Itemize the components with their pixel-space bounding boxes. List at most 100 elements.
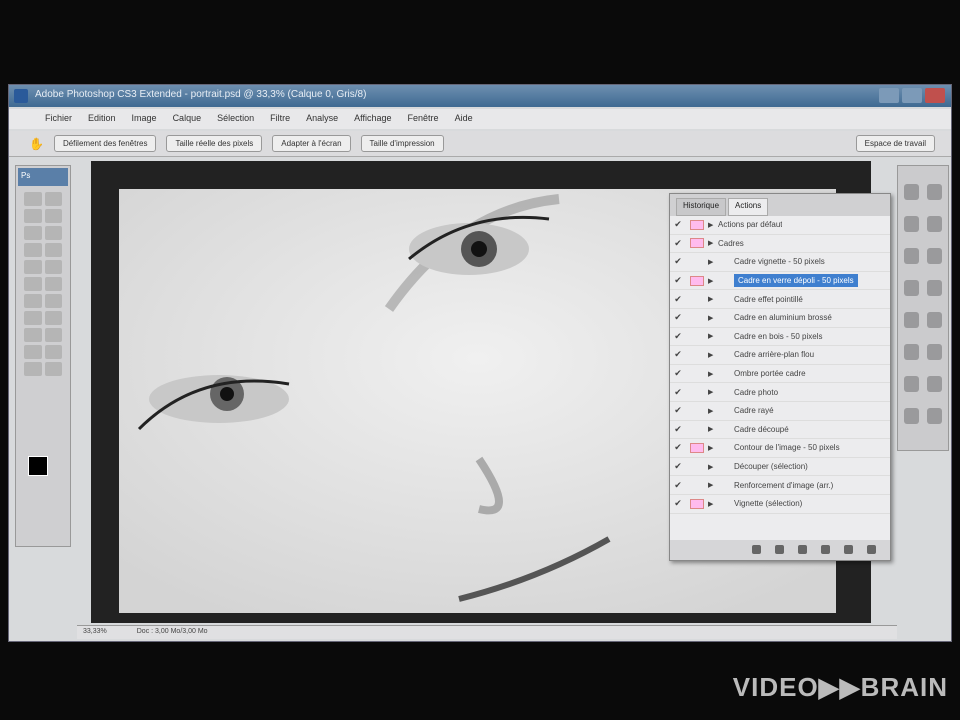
action-arrow-icon[interactable]: ▶ [708,332,718,340]
panel-icon[interactable] [904,248,919,264]
tool-icon[interactable] [24,226,42,240]
panel-icon[interactable] [927,184,942,200]
tab-historique[interactable]: Historique [676,198,727,216]
dialog-toggle-icon[interactable] [690,387,704,397]
panel-icon[interactable] [927,248,942,264]
panel-icon[interactable] [927,280,942,296]
dialog-toggle-icon[interactable] [690,294,704,304]
panel-icon[interactable] [904,344,919,360]
action-row[interactable]: ✔ ▶ Cadre en aluminium brossé [670,309,890,328]
tool-icon[interactable] [24,209,42,223]
action-row[interactable]: ✔ ▶ Cadre photo [670,383,890,402]
stop-icon[interactable] [752,545,761,554]
action-row[interactable]: ✔ ▶ Cadres [670,235,890,254]
new-set-icon[interactable] [821,545,830,554]
dialog-toggle-icon[interactable] [690,331,704,341]
action-row[interactable]: ✔ ▶ Contour de l'image - 50 pixels [670,439,890,458]
panel-icon[interactable] [927,344,942,360]
checkmark-icon[interactable]: ✔ [670,294,686,305]
tool-icon[interactable] [44,192,62,206]
menu-item-2[interactable]: Image [132,113,157,129]
checkmark-icon[interactable]: ✔ [670,275,686,286]
tool-icon[interactable] [44,362,62,376]
dialog-toggle-icon[interactable] [690,480,704,490]
menu-item-8[interactable]: Fenêtre [408,113,439,129]
tool-icon[interactable] [24,277,42,291]
menu-item-5[interactable]: Filtre [270,113,290,129]
checkmark-icon[interactable]: ✔ [670,461,686,472]
checkmark-icon[interactable]: ✔ [670,219,686,230]
action-arrow-icon[interactable]: ▶ [708,388,718,396]
tool-icon[interactable] [24,362,42,376]
tool-icon[interactable] [24,311,42,325]
tool-icon[interactable] [24,192,42,206]
checkmark-icon[interactable]: ✔ [670,405,686,416]
tool-icon[interactable] [24,243,42,257]
action-arrow-icon[interactable]: ▶ [708,295,718,303]
action-row[interactable]: ✔ ▶ Ombre portée cadre [670,365,890,384]
action-arrow-icon[interactable]: ▶ [708,425,718,433]
trash-icon[interactable] [867,545,876,554]
dialog-toggle-icon[interactable] [690,424,704,434]
menu-item-7[interactable]: Affichage [354,113,391,129]
tool-icon[interactable] [24,260,42,274]
tool-icon[interactable] [44,328,62,342]
tool-icon[interactable] [44,226,62,240]
action-arrow-icon[interactable]: ▶ [708,370,718,378]
maximize-button[interactable] [902,88,922,103]
dialog-toggle-icon[interactable] [690,313,704,323]
tool-icon[interactable] [44,243,62,257]
action-arrow-icon[interactable]: ▶ [708,351,718,359]
menu-item-6[interactable]: Analyse [306,113,338,129]
action-row[interactable]: ✔ ▶ Actions par défaut [670,216,890,235]
action-arrow-icon[interactable]: ▶ [708,314,718,322]
dialog-toggle-icon[interactable] [690,442,704,453]
action-row[interactable]: ✔ ▶ Cadre en bois - 50 pixels [670,328,890,347]
dialog-toggle-icon[interactable] [690,257,704,267]
tool-icon[interactable] [44,209,62,223]
tool-icon[interactable] [44,277,62,291]
dialog-toggle-icon[interactable] [690,350,704,360]
action-arrow-icon[interactable]: ▶ [708,444,718,452]
tool-icon[interactable] [24,328,42,342]
tool-icon[interactable] [24,345,42,359]
panel-icon[interactable] [927,408,942,424]
checkmark-icon[interactable]: ✔ [670,442,686,453]
panel-icon[interactable] [904,184,919,200]
folder-arrow-icon[interactable]: ▶ [708,221,718,229]
checkmark-icon[interactable]: ✔ [670,238,686,249]
tool-icon[interactable] [44,311,62,325]
menu-item-3[interactable]: Calque [173,113,202,129]
action-row[interactable]: ✔ ▶ Cadre en verre dépoli - 50 pixels [670,272,890,291]
workspace-button[interactable]: Espace de travail [855,135,935,152]
panel-icon[interactable] [927,376,942,392]
zoom-level[interactable]: 33,33% [83,628,107,637]
option-button-1[interactable]: Taille réelle des pixels [166,135,263,152]
panel-icon[interactable] [904,408,919,424]
action-arrow-icon[interactable]: ▶ [708,463,718,471]
action-row[interactable]: ✔ ▶ Découper (sélection) [670,458,890,477]
tool-icon[interactable] [44,294,62,308]
action-arrow-icon[interactable]: ▶ [708,258,718,266]
action-arrow-icon[interactable]: ▶ [708,277,718,285]
menu-item-9[interactable]: Aide [455,113,473,129]
action-arrow-icon[interactable]: ▶ [708,407,718,415]
folder-arrow-icon[interactable]: ▶ [708,239,718,247]
menu-item-4[interactable]: Sélection [217,113,254,129]
panel-icon[interactable] [904,216,919,232]
action-row[interactable]: ✔ ▶ Cadre découpé [670,421,890,440]
minimize-button[interactable] [879,88,899,103]
tool-icon[interactable] [44,260,62,274]
new-action-icon[interactable] [844,545,853,554]
checkmark-icon[interactable]: ✔ [670,424,686,435]
checkmark-icon[interactable]: ✔ [670,312,686,323]
option-button-0[interactable]: Défilement des fenêtres [53,135,157,152]
close-button[interactable] [925,88,945,103]
panel-icon[interactable] [904,312,919,328]
option-button-2[interactable]: Adapter à l'écran [272,135,351,152]
dialog-toggle-icon[interactable] [690,406,704,416]
panel-icon[interactable] [927,216,942,232]
action-row[interactable]: ✔ ▶ Cadre effet pointillé [670,290,890,309]
tool-icon[interactable] [44,345,62,359]
tab-actions[interactable]: Actions [728,198,769,216]
